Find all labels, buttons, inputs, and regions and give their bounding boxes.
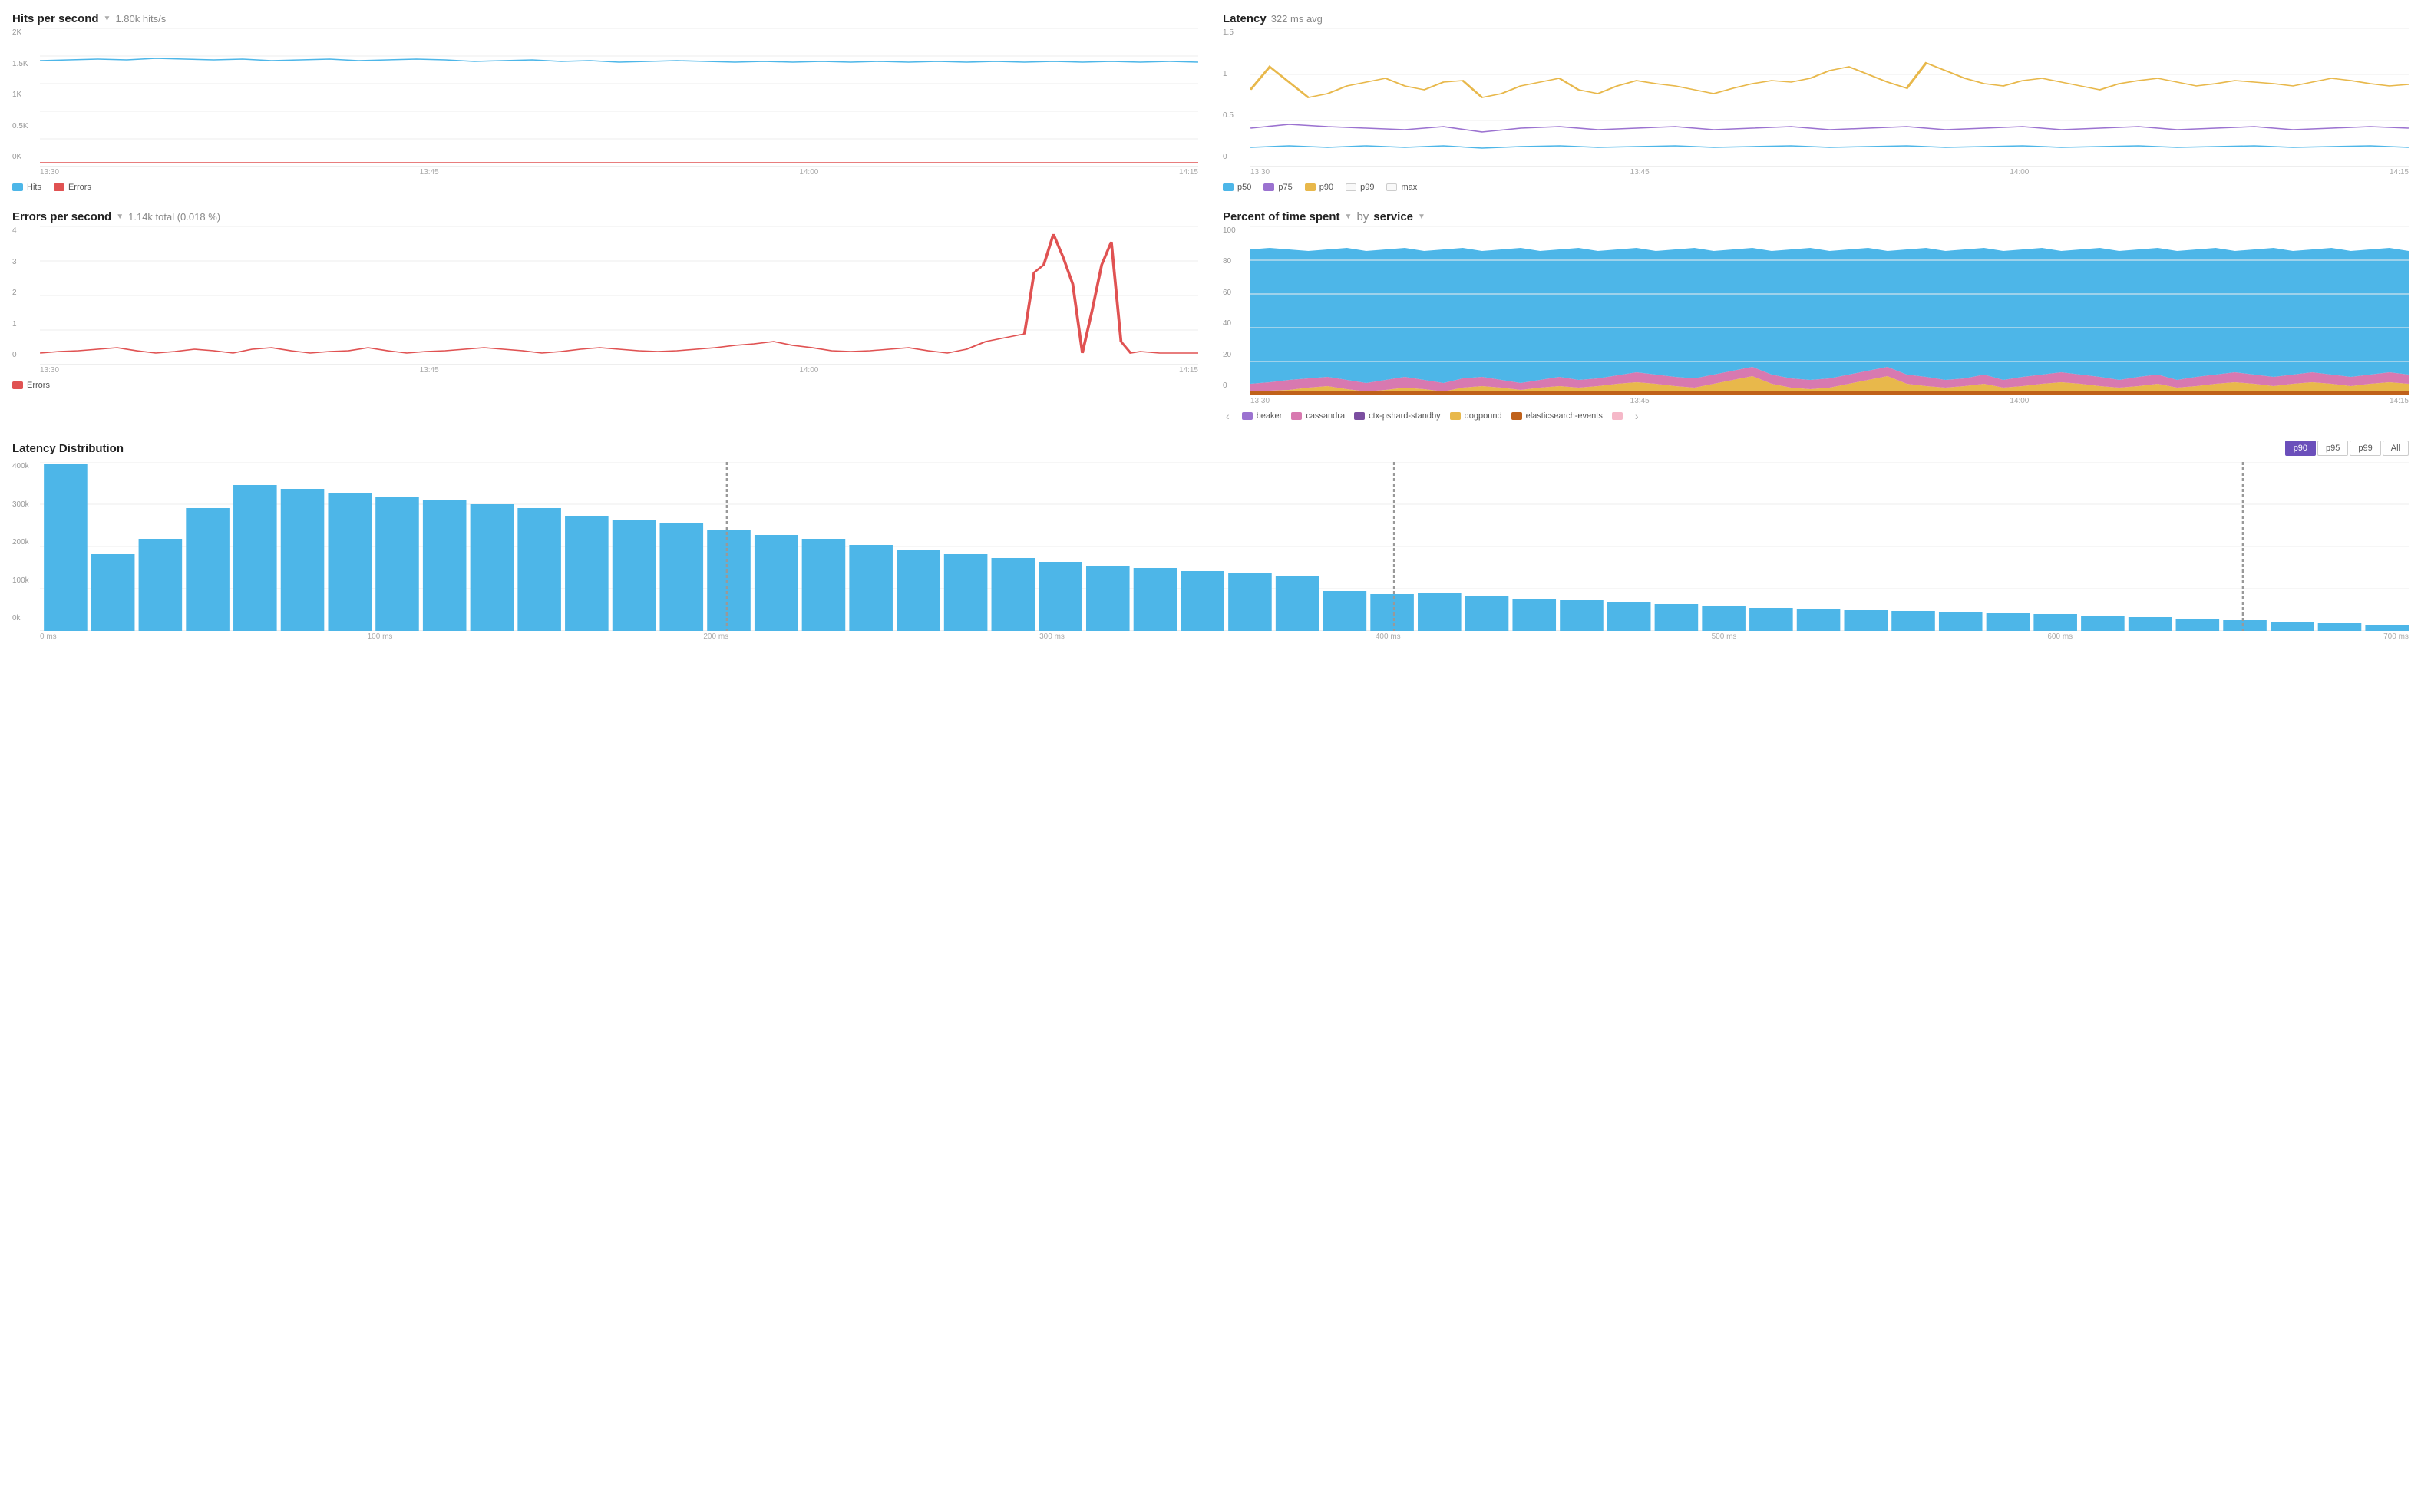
elasticsearch-color (1511, 412, 1522, 420)
errors-chart-inner: 13:30 13:45 14:00 14:15 (40, 226, 1198, 375)
hits-panel: Hits per second ▼ 1.80k hits/s 2K 1.5K 1… (12, 12, 1198, 192)
p99-color (1346, 183, 1356, 191)
latency-svg (1250, 28, 2409, 167)
latency-legend: p50 p75 p90 p99 max (1223, 183, 2409, 192)
errors-color (12, 381, 23, 389)
max-color (1386, 183, 1397, 191)
percent-dropdown-arrow[interactable]: ▼ (1345, 213, 1353, 221)
dist-btn-p99[interactable]: p99 (2350, 441, 2380, 456)
hits-chart-area: 2K 1.5K 1K 0.5K 0K (12, 28, 1198, 177)
errors-legend: Errors (12, 381, 1198, 390)
latency-x-axis: 13:30 13:45 14:00 14:15 (1250, 168, 2409, 177)
service-legend-next[interactable]: › (1632, 410, 1642, 422)
dist-btn-p90[interactable]: p90 (2285, 441, 2316, 456)
percent-panel: Percent of time spent ▼ by service ▼ 100… (1223, 210, 2409, 422)
latency-title-text: Latency (1223, 12, 1267, 25)
hits-legend-errors: Errors (54, 183, 91, 192)
errors-dropdown-arrow[interactable]: ▼ (116, 213, 124, 221)
distribution-buttons: p90 p95 p99 All (2285, 441, 2409, 456)
distribution-x-axis: 0 ms 100 ms 200 ms 300 ms 400 ms 500 ms … (40, 632, 2409, 641)
latency-legend-p90: p90 (1305, 183, 1333, 192)
errors-title: Errors per second ▼ 1.14k total (0.018 %… (12, 210, 1198, 223)
percent-title-text: Percent of time spent (1223, 210, 1340, 223)
ctx-pshard-color (1354, 412, 1365, 420)
next-item-color (1612, 412, 1623, 420)
percent-x-axis: 13:30 13:45 14:00 14:15 (1250, 397, 2409, 405)
percent-chart-area: 100 80 60 40 20 0 (1223, 226, 2409, 405)
errors-x-axis: 13:30 13:45 14:00 14:15 (40, 366, 1198, 375)
percent-chart-inner: 13:30 13:45 14:00 14:15 (1250, 226, 2409, 405)
service-legend-cassandra: cassandra (1291, 411, 1345, 421)
hits-color (12, 183, 23, 191)
hits-subtitle: 1.80k hits/s (115, 13, 166, 25)
service-legend-prev[interactable]: ‹ (1223, 410, 1233, 422)
latency-legend-p99: p99 (1346, 183, 1374, 192)
percent-by-label: by (1356, 210, 1369, 223)
hits-dropdown-arrow[interactable]: ▼ (104, 15, 111, 23)
errors-title-text: Errors per second (12, 210, 111, 223)
dashboard: Hits per second ▼ 1.80k hits/s 2K 1.5K 1… (12, 12, 2409, 641)
percent-title-row: Percent of time spent ▼ by service ▼ (1223, 210, 2409, 223)
percent-y-axis: 100 80 60 40 20 0 (1223, 226, 1247, 390)
service-legend-next-item (1612, 412, 1623, 420)
hits-svg (40, 28, 1198, 167)
distribution-chart-area: 400k 300k 200k 100k 0k (12, 462, 2409, 641)
latency-subtitle: 322 ms avg (1271, 13, 1323, 25)
distribution-svg: p50 p75 p90 (40, 462, 2409, 631)
latency-legend-max: max (1386, 183, 1417, 192)
errors-y-axis: 4 3 2 1 0 (12, 226, 37, 359)
service-legend-beaker: beaker (1242, 411, 1283, 421)
dist-btn-all[interactable]: All (2383, 441, 2409, 456)
latency-panel: Latency 322 ms avg 1.5 1 0.5 0 (1223, 12, 2409, 192)
hits-legend: Hits Errors (12, 183, 1198, 192)
dist-btn-p95[interactable]: p95 (2317, 441, 2348, 456)
hits-legend-hits: Hits (12, 183, 41, 192)
service-legend-elasticsearch: elasticsearch-events (1511, 411, 1603, 421)
percent-service-label: service (1373, 210, 1413, 223)
service-legend-ctx-pshard: ctx-pshard-standby (1354, 411, 1441, 421)
dogpound-color (1450, 412, 1461, 420)
latency-chart-area: 1.5 1 0.5 0 13: (1223, 28, 2409, 177)
distribution-panel: Latency Distribution p90 p95 p99 All 400… (12, 441, 2409, 641)
hits-chart-inner: 13:30 13:45 14:00 14:15 (40, 28, 1198, 177)
hits-x-axis: 13:30 13:45 14:00 14:15 (40, 168, 1198, 177)
p75-color (1263, 183, 1274, 191)
errors-panel: Errors per second ▼ 1.14k total (0.018 %… (12, 210, 1198, 422)
distribution-y-axis: 400k 300k 200k 100k 0k (12, 462, 37, 622)
percent-svg (1250, 226, 2409, 395)
distribution-title-text: Latency Distribution (12, 442, 124, 455)
service-legend-dogpound: dogpound (1450, 411, 1502, 421)
latency-title: Latency 322 ms avg (1223, 12, 2409, 25)
percent-service-dropdown-arrow[interactable]: ▼ (1418, 213, 1425, 221)
latency-chart-inner: 13:30 13:45 14:00 14:15 (1250, 28, 2409, 177)
latency-legend-p50: p50 (1223, 183, 1251, 192)
beaker-color (1242, 412, 1253, 420)
service-legend: ‹ beaker cassandra ctx-pshard-standby do… (1223, 410, 2409, 422)
errors-svg (40, 226, 1198, 365)
errors-chart-area: 4 3 2 1 0 13:30 13:45 (12, 226, 1198, 375)
hits-errors-color (54, 183, 64, 191)
errors-legend-errors: Errors (12, 381, 50, 390)
hits-y-axis: 2K 1.5K 1K 0.5K 0K (12, 28, 37, 161)
hits-title-text: Hits per second (12, 12, 99, 25)
distribution-chart-inner: p50 p75 p90 0 ms 100 ms 200 ms 300 ms 40… (40, 462, 2409, 641)
latency-y-axis: 1.5 1 0.5 0 (1223, 28, 1247, 161)
latency-legend-p75: p75 (1263, 183, 1292, 192)
cassandra-color (1291, 412, 1302, 420)
p90-color (1305, 183, 1316, 191)
p50-color (1223, 183, 1234, 191)
distribution-title: Latency Distribution (12, 442, 124, 455)
errors-subtitle: 1.14k total (0.018 %) (128, 211, 220, 223)
hits-title: Hits per second ▼ 1.80k hits/s (12, 12, 1198, 25)
